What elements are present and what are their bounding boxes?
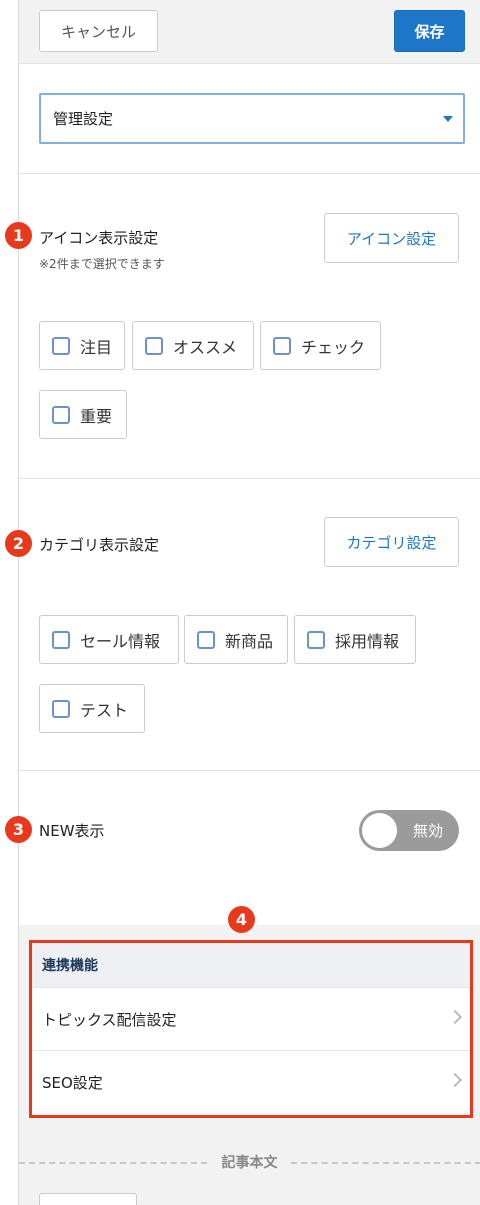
checkbox-icon [52, 630, 70, 649]
divider [19, 173, 480, 174]
toggle-label: 無効 [412, 822, 443, 840]
save-button[interactable]: 保存 [394, 10, 465, 52]
icon-option-checkbox[interactable]: チェック [260, 321, 381, 370]
chevron-right-icon [447, 1009, 463, 1025]
icon-option-checkbox[interactable]: 注目 [39, 321, 125, 370]
icon-settings-button[interactable]: アイコン設定 [324, 213, 459, 263]
settings-select[interactable]: 管理設定 [39, 93, 465, 144]
category-option-checkbox[interactable]: テスト [39, 684, 145, 733]
icon-option-label: 重要 [80, 406, 113, 426]
checkbox-icon [52, 405, 70, 424]
category-option-label: セール情報 [80, 631, 161, 651]
annotation-marker-2: 2 [5, 530, 32, 557]
annotation-marker-1: 1 [5, 222, 32, 249]
category-option-checkbox[interactable]: 採用情報 [294, 615, 416, 664]
icon-settings-note: ※2件まで選択できます [39, 257, 165, 271]
topics-delivery-settings-link[interactable]: トピックス配信設定 [32, 987, 470, 1050]
article-body-button[interactable] [39, 1193, 137, 1205]
cancel-button[interactable]: キャンセル [39, 10, 158, 52]
category-option-label: テスト [80, 700, 129, 720]
icon-option-label: チェック [301, 337, 366, 357]
new-display-title: NEW表示 [39, 822, 105, 840]
linked-features-panel: 連携機能 トピックス配信設定 SEO設定 [29, 940, 473, 1118]
category-option-checkbox[interactable]: 新商品 [184, 615, 288, 664]
icon-option-checkbox[interactable]: 重要 [39, 390, 127, 439]
checkbox-icon [52, 336, 70, 355]
dashed-divider [291, 1162, 480, 1164]
link-label: トピックス配信設定 [42, 1010, 177, 1029]
checkbox-icon [52, 699, 70, 718]
chevron-right-icon [447, 1072, 463, 1088]
checkbox-icon [197, 630, 215, 649]
checkbox-icon [145, 336, 163, 355]
link-label: SEO設定 [42, 1073, 103, 1092]
category-settings-title: カテゴリ表示設定 [39, 536, 160, 554]
annotation-marker-3: 3 [5, 816, 32, 843]
category-settings-button[interactable]: カテゴリ設定 [324, 517, 459, 567]
category-option-label: 採用情報 [335, 631, 400, 651]
icon-option-label: 注目 [80, 337, 113, 357]
annotation-marker-4: 4 [228, 906, 255, 933]
settings-select-value: 管理設定 [53, 110, 114, 128]
checkbox-icon [273, 336, 291, 355]
toggle-knob [362, 813, 397, 848]
settings-panel: キャンセル 保存 管理設定 1 アイコン表示設定 ※2件まで選択できます アイコ… [5, 0, 480, 1205]
category-option-checkbox[interactable]: セール情報 [39, 615, 179, 664]
icon-option-checkbox[interactable]: オススメ [132, 321, 254, 370]
seo-settings-link[interactable]: SEO設定 [32, 1050, 470, 1113]
icon-settings-title: アイコン表示設定 [39, 229, 159, 247]
linked-features-header: 連携機能 [32, 943, 470, 987]
divider [19, 478, 480, 479]
category-option-label: 新商品 [225, 631, 274, 651]
new-display-toggle[interactable]: 無効 [359, 810, 459, 851]
divider [19, 770, 480, 771]
checkbox-icon [307, 630, 325, 649]
icon-option-label: オススメ [173, 337, 238, 357]
caret-down-icon [443, 116, 453, 122]
